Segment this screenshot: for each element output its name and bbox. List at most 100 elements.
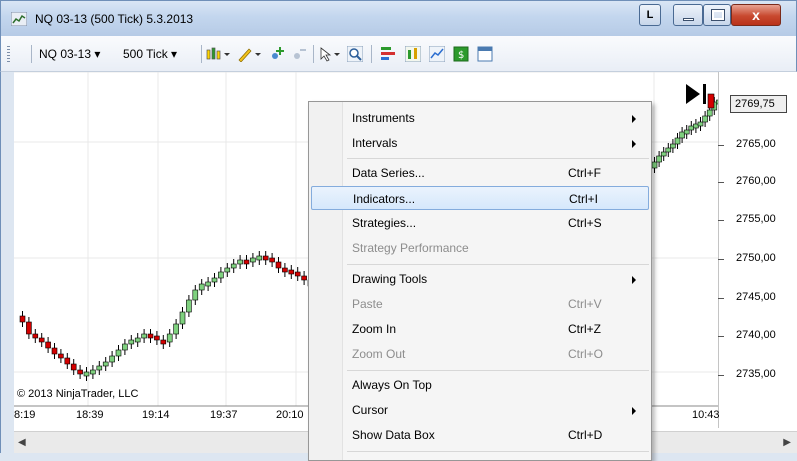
menu-item-show-data-box[interactable]: Show Data Box Ctrl+D	[311, 423, 649, 447]
menu-item-intervals[interactable]: Intervals	[311, 131, 649, 155]
title-bar[interactable]: NQ 03-13 (500 Tick) 5.3.2013 L x	[0, 0, 797, 36]
menu-item-strategies[interactable]: Strategies... Ctrl+S	[311, 211, 649, 235]
candle-body	[693, 123, 699, 129]
scroll-left-icon[interactable]: ◀	[18, 437, 26, 448]
menu-item-drawing-tools[interactable]: Drawing Tools	[311, 267, 649, 291]
menu-item-label: Drawing Tools	[352, 272, 428, 286]
menu-item-strategy-performance[interactable]: Strategy Performance	[311, 236, 649, 260]
window-left-border	[0, 72, 14, 461]
interval-label: 500 Tick	[123, 47, 168, 61]
interval-selector[interactable]: 500 Tick ▾	[123, 47, 177, 61]
toolbar-grip[interactable]	[7, 46, 10, 62]
minimize-button[interactable]	[673, 4, 703, 26]
menu-separator	[347, 264, 649, 265]
candle-body	[660, 151, 667, 157]
candle-body	[186, 299, 192, 313]
candle-body	[211, 277, 218, 283]
instrument-selector[interactable]: NQ 03-13 ▾	[39, 47, 100, 61]
price-label: 2760,00	[736, 175, 776, 187]
menu-item-shortcut: Ctrl+D	[568, 428, 603, 442]
candle-body	[51, 347, 58, 355]
price-tick	[718, 375, 724, 376]
link-button[interactable]: L	[639, 4, 661, 26]
candle-body	[154, 335, 160, 341]
toolbar-separator	[313, 45, 314, 63]
chart-toolbar: NQ 03-13 ▾ 500 Tick ▾ $	[0, 36, 797, 72]
candle-body	[90, 369, 96, 375]
close-icon: x	[752, 7, 760, 23]
menu-item-label: Show Data Box	[352, 428, 435, 442]
window-title: NQ 03-13 (500 Tick) 5.3.2013	[35, 12, 194, 26]
candle-body	[83, 371, 90, 377]
submenu-arrow-icon	[632, 140, 636, 148]
instrument-label: NQ 03-13	[39, 47, 92, 61]
menu-item-cursor[interactable]: Cursor	[311, 398, 649, 422]
menu-item-indicators[interactable]: Indicators... Ctrl+I	[311, 186, 649, 210]
menu-item-instruments[interactable]: Instruments	[311, 106, 649, 130]
price-tick	[718, 220, 724, 221]
candle-body	[706, 109, 713, 117]
menu-separator	[347, 451, 649, 452]
candle-body	[683, 129, 690, 135]
candle-body	[674, 137, 681, 145]
pointer-icon[interactable]	[319, 46, 343, 62]
bar-chart-icon[interactable]	[405, 46, 421, 62]
candle-body	[250, 257, 256, 263]
menu-item-label: Zoom Out	[352, 347, 406, 361]
svg-text:$: $	[458, 50, 464, 61]
menu-item-label: Zoom In	[352, 322, 397, 336]
chart-context-menu: Instruments Intervals Data Series... Ctrl+F…	[308, 101, 652, 461]
candle-body	[26, 321, 32, 335]
candle-body	[294, 271, 301, 277]
dollar-icon[interactable]: $	[453, 46, 469, 62]
candle-body	[70, 363, 77, 371]
data-box-icon[interactable]	[477, 46, 493, 62]
candle-body	[115, 349, 122, 357]
menu-item-shortcut: Ctrl+I	[569, 192, 599, 206]
scroll-right-icon[interactable]: ▶	[783, 437, 791, 448]
candle-body	[102, 361, 109, 367]
menu-item-paste[interactable]: Paste Ctrl+V	[311, 292, 649, 316]
trade-panel-icon[interactable]	[381, 46, 397, 62]
candle-body	[237, 259, 243, 265]
candle-body	[282, 267, 288, 273]
candle-body	[205, 281, 211, 287]
price-label: 2745,00	[736, 291, 776, 303]
play-marker-icon	[686, 84, 700, 104]
menu-item-data-series[interactable]: Data Series... Ctrl+F	[311, 161, 649, 185]
candle-body	[218, 271, 224, 279]
zoom-icon[interactable]	[347, 46, 363, 62]
price-label: 2735,00	[736, 368, 776, 380]
candle-body	[198, 283, 205, 291]
time-label: 18:39	[76, 409, 104, 421]
submenu-arrow-icon	[632, 276, 636, 284]
menu-item-always-on-top[interactable]: Always On Top	[311, 373, 649, 397]
candle-body	[45, 341, 51, 349]
price-tick	[718, 182, 724, 183]
add-indicator-icon[interactable]	[269, 46, 285, 62]
candle-body	[230, 263, 237, 269]
candle-body	[166, 333, 173, 343]
price-label: 2755,00	[736, 213, 776, 225]
menu-item-shortcut: Ctrl+O	[568, 347, 604, 361]
last-price-tag: 2769,75	[730, 95, 787, 113]
candle-body	[192, 289, 199, 301]
line-chart-icon[interactable]	[429, 46, 445, 62]
maximize-icon	[711, 9, 725, 21]
candle-body	[275, 261, 282, 269]
close-button[interactable]: x	[731, 4, 781, 26]
menu-item-label: Strategies...	[352, 216, 417, 230]
candle-body	[656, 155, 662, 163]
add-strategy-icon[interactable]	[291, 46, 307, 62]
candle-body	[665, 147, 672, 153]
price-tick	[718, 145, 724, 146]
candle-body	[224, 267, 231, 273]
menu-item-zoom-in[interactable]: Zoom In Ctrl+Z	[311, 317, 649, 341]
time-label: 19:14	[142, 409, 170, 421]
chart-style-icon[interactable]	[206, 46, 232, 62]
minimize-icon	[683, 18, 694, 21]
menu-item-zoom-out[interactable]: Zoom Out Ctrl+O	[311, 342, 649, 366]
maximize-button[interactable]	[703, 4, 731, 26]
menu-item-label: Instruments	[352, 111, 415, 125]
drawing-pencil-icon[interactable]	[237, 46, 263, 62]
